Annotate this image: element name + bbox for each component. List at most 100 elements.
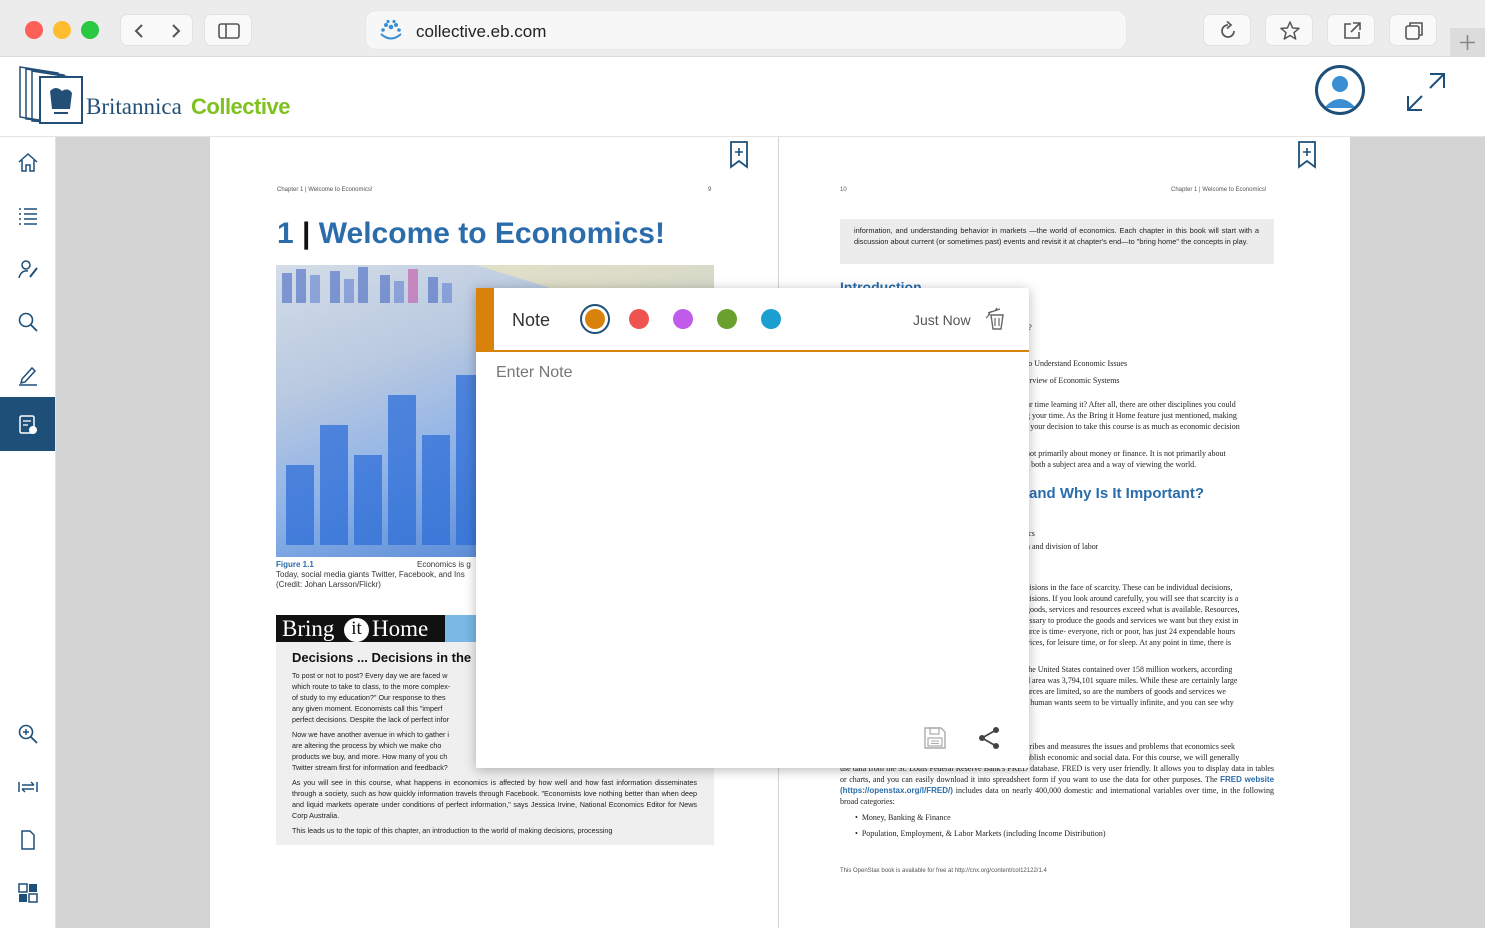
sidebar-item-home[interactable] — [0, 137, 55, 189]
feature-banner: Bring it Home — [276, 615, 445, 642]
grid-icon — [18, 883, 38, 903]
bullet-text: Money, Banking & Finance — [861, 813, 951, 822]
add-bookmark-icon[interactable] — [1297, 141, 1317, 169]
fred-paragraph: use data from the St. Louis Federal Rese… — [840, 763, 1274, 807]
minimize-window-button[interactable] — [53, 21, 71, 39]
text-fragment: to Understand Economic Issues — [1026, 359, 1128, 368]
sidebar-toggle-button[interactable] — [204, 14, 252, 46]
figure-credit: (Credit: Johan Larsson/Flickr) — [276, 580, 381, 589]
text-fragment: n and division of labor — [1026, 542, 1099, 551]
text-fragment: not primarily about money or finance. It… — [1026, 449, 1226, 458]
logo-emblem-icon — [19, 66, 83, 124]
new-tab-button[interactable] — [1450, 28, 1485, 57]
share-icon — [979, 727, 999, 749]
banner-word-3: Home — [372, 616, 429, 641]
text-fragment: l your decision to take this course is a… — [1026, 422, 1240, 431]
sidebar-item-contents[interactable] — [0, 190, 55, 242]
text-fragment: the United States contained over 158 mil… — [1026, 665, 1233, 674]
expand-icon — [1407, 73, 1445, 111]
home-icon — [18, 152, 38, 172]
note-title: Note — [512, 310, 551, 330]
save-icon — [924, 727, 946, 749]
running-head: Chapter 1 | Welcome to Economics! — [1171, 187, 1267, 193]
color-swatch-orange[interactable] — [585, 309, 605, 329]
bullet-text: Population, Employment, & Labor Markets … — [861, 829, 1106, 838]
share-out-icon — [1344, 22, 1361, 39]
text-fragment: g your time. As the Bring it Home featur… — [1026, 411, 1237, 420]
add-bookmark-icon[interactable] — [729, 141, 749, 169]
plus-icon — [1460, 35, 1475, 50]
feature-paragraph: This leads us to the topic of this chapt… — [292, 826, 613, 835]
forward-icon[interactable] — [166, 22, 184, 40]
close-window-button[interactable] — [25, 21, 43, 39]
figure-caption-2: Today, social media giants Twitter, Face… — [276, 570, 465, 579]
app-header: Britannica Collective — [0, 57, 1485, 137]
feature-heading: Decisions ... Decisions in the — [292, 650, 472, 665]
running-head: Chapter 1 | Welcome to Economics! — [277, 187, 373, 193]
user-avatar[interactable] — [1315, 65, 1365, 115]
zoom-window-button[interactable] — [81, 21, 99, 39]
star-icon — [1280, 21, 1300, 40]
note-input[interactable] — [496, 364, 1006, 704]
notes-icon — [19, 415, 37, 434]
color-swatch-blue[interactable] — [761, 309, 781, 329]
reload-icon — [1221, 20, 1235, 38]
britannica-logo[interactable]: Britannica Collective — [16, 63, 306, 127]
history-nav — [120, 14, 193, 46]
fullscreen-button[interactable] — [1406, 72, 1446, 112]
color-swatch-purple[interactable] — [673, 309, 693, 329]
pencil-icon — [19, 366, 37, 386]
text-fragment: t human wants seem to be virtually infin… — [1026, 698, 1234, 707]
text-fragment: cisions in the face of scarcity. These c… — [1026, 583, 1233, 592]
share-button[interactable] — [1327, 14, 1375, 46]
text-fragment: goods, services and resources exceed wha… — [1026, 605, 1240, 614]
sidebar-item-notes[interactable] — [0, 397, 55, 451]
sidebar-item-fit-width[interactable] — [0, 761, 55, 813]
address-bar[interactable]: collective.eb.com — [365, 10, 1127, 50]
save-note-button[interactable] — [922, 725, 948, 751]
figure-label: Figure 1.1 — [276, 560, 314, 569]
page-icon — [21, 830, 35, 850]
tabs-overview-button[interactable] — [1389, 14, 1437, 46]
note-header-divider — [476, 350, 1029, 352]
sidebar-item-activity[interactable] — [0, 243, 55, 295]
text-fragment: ublish economic and social data. For thi… — [1026, 753, 1240, 762]
note-color-bar — [476, 288, 494, 351]
browser-toolbar: collective.eb.com — [0, 0, 1485, 57]
text-fragment: urces are limited, so are the numbers of… — [1026, 687, 1226, 696]
site-favicon — [380, 19, 402, 40]
color-swatch-green[interactable] — [717, 309, 737, 329]
back-icon[interactable] — [131, 22, 149, 40]
reload-button[interactable] — [1203, 14, 1251, 46]
share-note-button[interactable] — [976, 725, 1002, 751]
search-icon — [18, 312, 38, 332]
sidebar-item-zoom[interactable] — [0, 708, 55, 760]
text-fragment: erview of Economic Systems — [1026, 376, 1120, 385]
section-heading-2: and Why Is It Important? — [1029, 485, 1204, 502]
fit-width-icon — [18, 781, 38, 793]
bookmark-star-button[interactable] — [1265, 14, 1313, 46]
page-number: 9 — [708, 187, 712, 193]
brand-name: Britannica — [86, 94, 182, 119]
sidebar-item-annotate[interactable] — [0, 349, 55, 401]
url-text: collective.eb.com — [416, 22, 547, 41]
feature-paragraph: As you will see in this course, what hap… — [292, 778, 697, 820]
intro-box: information, and understanding behavior … — [840, 219, 1274, 264]
figure-caption-1: Economics is g — [417, 560, 471, 569]
text-fragment: essary to produce the goods and services… — [1026, 616, 1239, 625]
zoom-in-icon — [18, 724, 38, 744]
color-swatch-red[interactable] — [629, 309, 649, 329]
figure-caption: Figure 1.1 Economics is g — [276, 560, 471, 570]
sidebar-item-single-page[interactable] — [0, 814, 55, 866]
sidebar-item-search[interactable] — [0, 296, 55, 348]
bullet-item: • Population, Employment, & Labor Market… — [855, 829, 1106, 838]
text-fragment: ur time learning it? After all, there ar… — [1026, 400, 1236, 409]
delete-note-button[interactable] — [984, 306, 1010, 332]
sidebar-item-thumbnails[interactable] — [0, 867, 55, 919]
note-timestamp: Just Now — [913, 312, 971, 328]
user-icon — [1324, 76, 1356, 108]
list-icon — [19, 208, 37, 225]
page-number: 10 — [840, 187, 847, 193]
tool-sidebar — [0, 137, 56, 928]
page-footer: This OpenStax book is available for free… — [840, 868, 1047, 874]
